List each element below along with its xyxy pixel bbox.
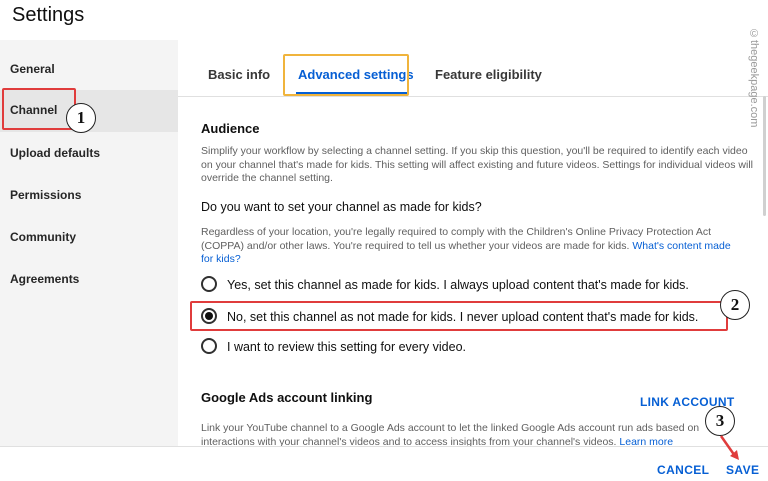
annotation-tab-box	[283, 54, 409, 96]
dialog-footer: CANCEL SAVE	[0, 446, 768, 481]
main-panel: Basic info Advanced settings Feature eli…	[178, 40, 768, 449]
annotation-arrow-icon	[719, 435, 739, 460]
sidebar-item-upload-defaults[interactable]: Upload defaults	[10, 146, 100, 160]
made-for-kids-question: Do you want to set your channel as made …	[201, 200, 482, 214]
save-button[interactable]: SAVE	[726, 463, 759, 477]
radio-made-for-kids-yes[interactable]	[201, 276, 217, 292]
sidebar-item-community[interactable]: Community	[10, 230, 76, 244]
settings-title: Settings	[12, 4, 85, 26]
sidebar-item-permissions[interactable]: Permissions	[10, 188, 81, 202]
sidebar-item-general[interactable]: General	[10, 62, 55, 76]
ads-description: Link your YouTube channel to a Google Ad…	[201, 422, 741, 449]
radio-review-every-video[interactable]	[201, 338, 217, 354]
watermark-text: ©thegeekpage.com	[748, 28, 760, 128]
annotation-no-option-box	[190, 301, 728, 331]
scrollbar[interactable]	[763, 96, 766, 216]
annotation-badge-2: 2	[720, 290, 750, 320]
tab-basic-info[interactable]: Basic info	[208, 67, 270, 82]
audience-description: Simplify your workflow by selecting a ch…	[201, 145, 753, 184]
annotation-badge-1: 1	[66, 103, 96, 133]
sidebar-item-agreements[interactable]: Agreements	[10, 272, 79, 286]
audience-title: Audience	[201, 121, 260, 136]
annotation-channel-box	[2, 88, 76, 130]
cancel-button[interactable]: CANCEL	[657, 463, 709, 477]
tab-bar: Basic info Advanced settings Feature eli…	[178, 40, 768, 97]
coppa-legal-text: Regardless of your location, you're lega…	[201, 226, 731, 267]
ads-linking-title: Google Ads account linking	[201, 390, 373, 405]
radio-label-yes[interactable]: Yes, set this channel as made for kids. …	[227, 278, 689, 292]
tab-feature-eligibility[interactable]: Feature eligibility	[435, 67, 542, 82]
radio-label-review[interactable]: I want to review this setting for every …	[227, 340, 466, 354]
annotation-badge-3: 3	[705, 406, 735, 436]
